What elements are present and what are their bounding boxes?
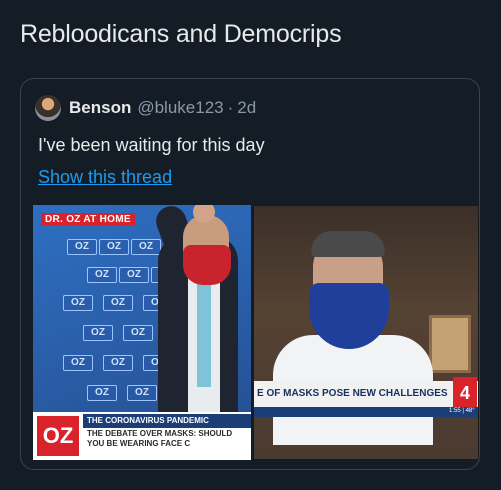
quoted-tweet-text: I've been waiting for this day <box>38 135 265 155</box>
oz-tile: OZ <box>83 325 113 341</box>
oz-tile: OZ <box>67 239 97 255</box>
quoted-author-name[interactable]: Benson <box>69 98 131 118</box>
host-tie <box>197 277 211 387</box>
tweet-page: Rebloodicans and Democrips Benson @bluke… <box>0 0 501 490</box>
oz-tile: OZ <box>99 239 129 255</box>
oz-tile: OZ <box>103 355 133 371</box>
red-bandana <box>183 245 231 285</box>
media-image-left[interactable]: OZ OZ OZ OZ OZ OZ OZ OZ OZ OZ OZ OZ OZ O… <box>33 205 251 460</box>
avatar[interactable] <box>35 95 61 121</box>
quoted-author-handle[interactable]: @bluke123 <box>137 98 223 118</box>
quoted-tweet-header: Benson @bluke123 · 2d <box>35 95 256 121</box>
oz-tile: OZ <box>87 385 117 401</box>
quoted-timestamp[interactable]: 2d <box>237 98 256 118</box>
tv-frame <box>253 205 479 460</box>
lower-third: OZ THE CORONAVIRUS PANDEMIC THE DEBATE O… <box>33 412 251 460</box>
lower-third-headline: THE CORONAVIRUS PANDEMIC <box>83 414 251 428</box>
oz-logo: OZ <box>37 416 79 456</box>
lower-third-subheadline: THE DEBATE OVER MASKS: SHOULD YOU BE WEA… <box>87 429 233 448</box>
separator-dot: · <box>227 98 234 117</box>
oz-tile: OZ <box>87 267 117 283</box>
show-thread-link[interactable]: Show this thread <box>38 167 172 188</box>
quoted-tweet-card[interactable]: Benson @bluke123 · 2d I've been waiting … <box>20 78 480 470</box>
oz-tile: OZ <box>119 267 149 283</box>
tweet-text: Rebloodicans and Democrips <box>20 20 342 48</box>
media-image-right[interactable]: E OF MASKS POSE NEW CHALLENGES 4 1:55 | … <box>253 205 479 460</box>
media-container[interactable]: OZ OZ OZ OZ OZ OZ OZ OZ OZ OZ OZ OZ OZ O… <box>21 205 479 469</box>
oz-tile: OZ <box>103 295 133 311</box>
oz-tile: OZ <box>123 325 153 341</box>
show-banner: DR. OZ AT HOME <box>41 213 135 226</box>
oz-tile: OZ <box>63 295 93 311</box>
oz-tile: OZ <box>131 239 161 255</box>
oz-tile: OZ <box>127 385 157 401</box>
oz-tile: OZ <box>63 355 93 371</box>
